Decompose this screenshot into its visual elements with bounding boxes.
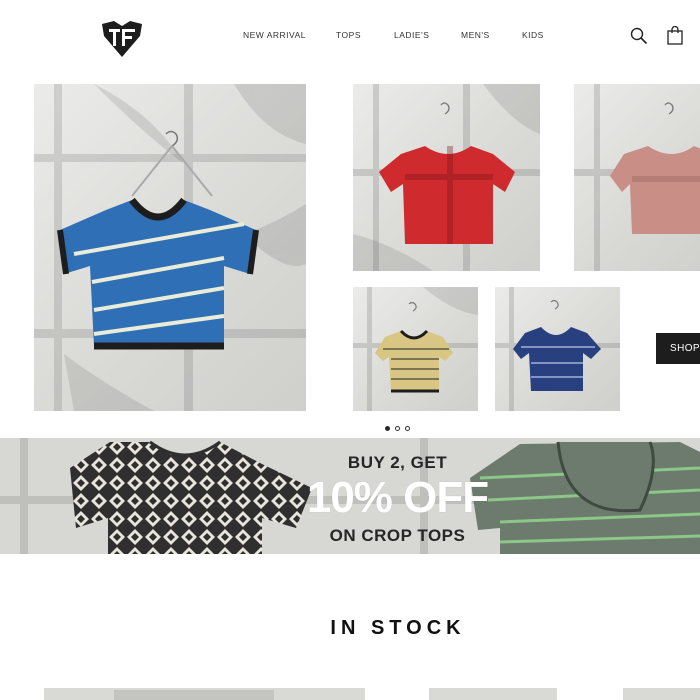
navy-striped-top-image <box>495 287 620 411</box>
yellow-striped-top-image <box>353 287 478 411</box>
shopping-bag-icon[interactable] <box>667 25 683 45</box>
blue-striped-top-image <box>34 84 306 411</box>
promo-banner[interactable]: BUY 2, GET 10% OFF ON CROP TOPS <box>0 438 700 554</box>
product-tile-red[interactable] <box>353 84 540 271</box>
promo-line-3: ON CROP TOPS <box>329 526 466 545</box>
product-tile-blue-striped[interactable] <box>34 84 306 411</box>
carousel-dots <box>385 426 410 431</box>
search-icon[interactable] <box>630 27 648 45</box>
nav-item-new-arrival[interactable]: NEW ARRIVAL <box>243 30 306 40</box>
stock-product-tile[interactable] <box>44 688 365 700</box>
in-stock-heading: IN STOCK <box>330 617 466 639</box>
promo-line-1: BUY 2, GET <box>347 453 448 472</box>
carousel-dot-1[interactable] <box>385 426 390 431</box>
nav-item-tops[interactable]: TOPS <box>336 30 361 40</box>
carousel-dot-2[interactable] <box>395 426 400 431</box>
carousel-dot-3[interactable] <box>405 426 410 431</box>
stock-product-tile[interactable] <box>429 688 557 700</box>
product-tile-pink[interactable] <box>574 84 700 271</box>
nav-item-ladies[interactable]: LADIE'S <box>394 30 429 40</box>
nav-item-mens[interactable]: MEN'S <box>461 30 490 40</box>
red-top-image <box>353 84 540 271</box>
product-tile-navy-striped[interactable] <box>495 287 620 411</box>
site-header: NEW ARRIVAL TOPS LADIE'S MEN'S KIDS <box>0 0 700 72</box>
stock-product-tile[interactable] <box>623 688 700 700</box>
shop-button[interactable]: SHOP <box>656 333 700 364</box>
brand-logo[interactable] <box>100 20 144 58</box>
product-tile-yellow-striped[interactable] <box>353 287 478 411</box>
brand-logo-icon <box>102 21 142 57</box>
nav-item-kids[interactable]: KIDS <box>522 30 544 40</box>
pink-top-image <box>574 84 700 271</box>
promo-discount: 10% OFF <box>306 473 489 522</box>
